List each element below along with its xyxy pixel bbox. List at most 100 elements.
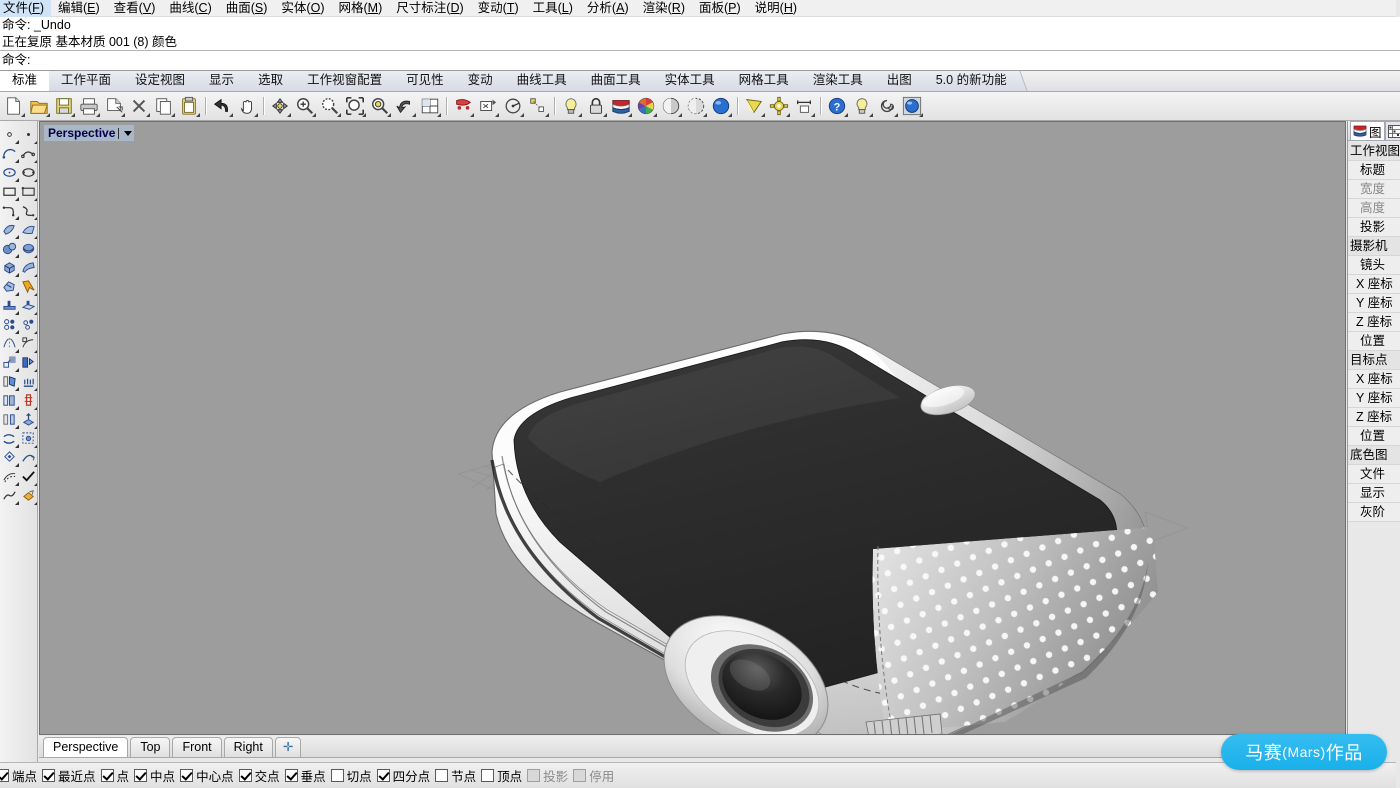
property-row-10[interactable]: Z 座标 bbox=[1348, 313, 1400, 332]
property-row-19[interactable]: 显示 bbox=[1348, 484, 1400, 503]
property-row-16[interactable]: 位置 bbox=[1348, 427, 1400, 446]
osnap-checkbox[interactable] bbox=[377, 769, 390, 782]
zoom-extents-icon[interactable] bbox=[268, 94, 292, 118]
polyline-icon[interactable] bbox=[0, 201, 19, 220]
save-icon[interactable] bbox=[52, 94, 76, 118]
render-settings-icon[interactable] bbox=[767, 94, 791, 118]
viewport-tab-perspective[interactable]: Perspective bbox=[43, 737, 128, 757]
rotate-icon[interactable] bbox=[19, 372, 38, 391]
dimension-icon[interactable] bbox=[792, 94, 816, 118]
control-point-curve-icon[interactable] bbox=[19, 144, 38, 163]
osnap-checkbox[interactable] bbox=[42, 769, 55, 782]
menu-item-2[interactable]: 编辑(E) bbox=[51, 0, 107, 17]
toolbar-tab-14[interactable]: 出图 bbox=[875, 71, 923, 91]
ellipse-icon[interactable] bbox=[0, 163, 19, 182]
layer-color-icon[interactable] bbox=[609, 94, 633, 118]
property-row-4[interactable]: 高度 bbox=[1348, 199, 1400, 218]
scale-icon[interactable] bbox=[0, 353, 19, 372]
osnap-1[interactable]: 端点 bbox=[0, 766, 37, 785]
osnap-checkbox[interactable] bbox=[239, 769, 252, 782]
shaded-view-icon[interactable] bbox=[659, 94, 683, 118]
render-light-icon[interactable] bbox=[850, 94, 874, 118]
menu-item-14[interactable]: 说明(H) bbox=[748, 0, 804, 17]
osnap-4[interactable]: 中点 bbox=[134, 766, 175, 785]
new-file-icon[interactable] bbox=[2, 94, 26, 118]
menu-item-11[interactable]: 分析(A) bbox=[580, 0, 636, 17]
offset-icon[interactable] bbox=[0, 467, 19, 486]
color-wheel-icon[interactable] bbox=[634, 94, 658, 118]
menu-item-1[interactable]: 文件(F) bbox=[0, 0, 51, 17]
help-icon[interactable]: ? bbox=[825, 94, 849, 118]
osnap-checkbox[interactable] bbox=[134, 769, 147, 782]
toolbar-tab-5[interactable]: 选取 bbox=[246, 71, 294, 91]
property-row-1[interactable]: 工作视图 bbox=[1348, 142, 1400, 161]
dot-icon[interactable] bbox=[0, 125, 19, 144]
property-row-20[interactable]: 灰阶 bbox=[1348, 503, 1400, 522]
toolbar-tab-2[interactable]: 工作平面 bbox=[49, 71, 122, 91]
project-curve-icon[interactable] bbox=[19, 353, 38, 372]
render-preview-icon[interactable] bbox=[742, 94, 766, 118]
perspective-viewport[interactable]: Perspective z y x bbox=[39, 121, 1346, 735]
lock-icon[interactable] bbox=[584, 94, 608, 118]
osnap-3[interactable]: 点 bbox=[101, 766, 130, 785]
select-object-icon[interactable] bbox=[451, 94, 475, 118]
render-globe-icon[interactable] bbox=[900, 94, 924, 118]
sweep-icon[interactable] bbox=[19, 258, 38, 277]
explode-icon[interactable] bbox=[0, 448, 19, 467]
menu-item-4[interactable]: 曲线(C) bbox=[162, 0, 218, 17]
viewport-3d-scene[interactable] bbox=[40, 122, 1346, 735]
arc-icon[interactable] bbox=[0, 144, 19, 163]
toolbar-tab-1[interactable]: 标准 bbox=[0, 71, 48, 91]
curve-tools-icon[interactable] bbox=[501, 94, 525, 118]
property-row-12[interactable]: 目标点 bbox=[1348, 351, 1400, 370]
property-row-17[interactable]: 底色图 bbox=[1348, 446, 1400, 465]
boolean-icon[interactable] bbox=[0, 277, 19, 296]
menu-item-13[interactable]: 面板(P) bbox=[692, 0, 748, 17]
cut-to-clipboard-icon[interactable] bbox=[102, 94, 126, 118]
toolbar-tab-6[interactable]: 工作视窗配置 bbox=[295, 71, 393, 91]
sphere-icon[interactable] bbox=[0, 239, 19, 258]
select-points-icon[interactable] bbox=[476, 94, 500, 118]
osnap-checkbox[interactable] bbox=[481, 769, 494, 782]
surface-icon[interactable] bbox=[0, 220, 19, 239]
delete-icon[interactable] bbox=[127, 94, 151, 118]
osnap-checkbox[interactable] bbox=[285, 769, 298, 782]
mirror-icon[interactable] bbox=[0, 334, 19, 353]
rectangle-corner-icon[interactable] bbox=[19, 182, 38, 201]
check-mark-icon[interactable] bbox=[19, 467, 38, 486]
cage-edit-icon[interactable] bbox=[19, 429, 38, 448]
cursor-arrow-icon[interactable] bbox=[19, 277, 38, 296]
property-row-9[interactable]: Y 座标 bbox=[1348, 294, 1400, 313]
loft-icon[interactable] bbox=[19, 220, 38, 239]
property-row-5[interactable]: 投影 bbox=[1348, 218, 1400, 237]
osnap-7[interactable]: 垂点 bbox=[285, 766, 326, 785]
flow-icon[interactable] bbox=[19, 448, 38, 467]
rendered-view-icon[interactable] bbox=[709, 94, 733, 118]
light-icon[interactable] bbox=[559, 94, 583, 118]
blend-icon[interactable] bbox=[0, 486, 19, 505]
zoom-out-icon[interactable] bbox=[318, 94, 342, 118]
layers-tab[interactable]: 图 bbox=[1350, 121, 1385, 140]
osnap-checkbox[interactable] bbox=[180, 769, 193, 782]
toolbar-tab-13[interactable]: 渲染工具 bbox=[801, 71, 874, 91]
viewport-tab-right[interactable]: Right bbox=[224, 737, 273, 757]
rectangle-icon[interactable] bbox=[0, 182, 19, 201]
trim-icon[interactable] bbox=[0, 372, 19, 391]
point-icon[interactable] bbox=[19, 125, 38, 144]
menu-item-9[interactable]: 变动(T) bbox=[471, 0, 526, 17]
property-row-14[interactable]: Y 座标 bbox=[1348, 389, 1400, 408]
toolbar-tab-11[interactable]: 实体工具 bbox=[653, 71, 726, 91]
material-icon[interactable] bbox=[19, 486, 38, 505]
curve-interpolate-icon[interactable] bbox=[19, 201, 38, 220]
array-icon[interactable] bbox=[0, 315, 19, 334]
property-row-13[interactable]: X 座标 bbox=[1348, 370, 1400, 389]
property-row-18[interactable]: 文件 bbox=[1348, 465, 1400, 484]
toolbar-tab-12[interactable]: 网格工具 bbox=[727, 71, 800, 91]
undo-icon[interactable] bbox=[210, 94, 234, 118]
zoom-selected-icon[interactable] bbox=[368, 94, 392, 118]
fillet-icon[interactable] bbox=[0, 391, 19, 410]
osnap-9[interactable]: 四分点 bbox=[377, 766, 431, 785]
zoom-window-icon[interactable] bbox=[343, 94, 367, 118]
open-file-icon[interactable] bbox=[27, 94, 51, 118]
osnap-8[interactable]: 切点 bbox=[331, 766, 372, 785]
